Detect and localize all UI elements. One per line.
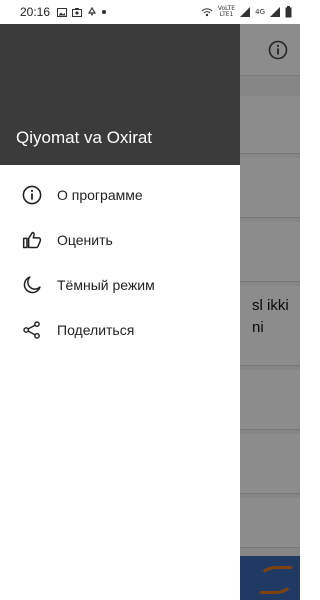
menu-item-label: О программе xyxy=(57,186,143,203)
info-icon xyxy=(21,184,43,206)
dot-icon xyxy=(102,10,107,14)
menu-item-share[interactable]: Поделиться xyxy=(0,307,240,352)
share-icon xyxy=(21,319,43,341)
drawer-menu: О программе Оценить Тёмный режим Поделит… xyxy=(0,165,240,352)
navigation-drawer: Qiyomat va Oxirat О программе Оценить Тё… xyxy=(0,24,240,600)
network-type: 4G xyxy=(255,8,265,16)
menu-item-about[interactable]: О программе xyxy=(0,172,240,217)
status-time: 20:16 xyxy=(20,5,51,19)
network-line2: LTE1 xyxy=(219,11,234,18)
menu-item-label: Оценить xyxy=(57,231,113,248)
drawer-title: Qiyomat va Oxirat xyxy=(16,128,153,147)
drawer-header: Qiyomat va Oxirat xyxy=(0,24,240,165)
battery-icon xyxy=(285,6,292,18)
status-left: 20:16 xyxy=(20,5,107,19)
hotspot-icon xyxy=(201,7,213,17)
network-label: VoLTE LTE1 xyxy=(218,6,235,18)
signal-icon xyxy=(270,7,280,17)
image-icon xyxy=(57,7,68,17)
status-bar: 20:16 VoLTE LTE1 4G xyxy=(0,0,300,24)
menu-item-label: Тёмный режим xyxy=(57,276,155,293)
recycle-icon xyxy=(87,7,97,17)
signal-icon xyxy=(240,7,251,17)
moon-icon xyxy=(21,274,43,296)
thumbs-up-icon xyxy=(21,229,43,251)
menu-item-label: Поделиться xyxy=(57,321,135,338)
menu-item-dark-mode[interactable]: Тёмный режим xyxy=(0,262,240,307)
media-icon xyxy=(72,7,83,17)
status-right: VoLTE LTE1 4G xyxy=(201,6,292,18)
menu-item-rate[interactable]: Оценить xyxy=(0,217,240,262)
